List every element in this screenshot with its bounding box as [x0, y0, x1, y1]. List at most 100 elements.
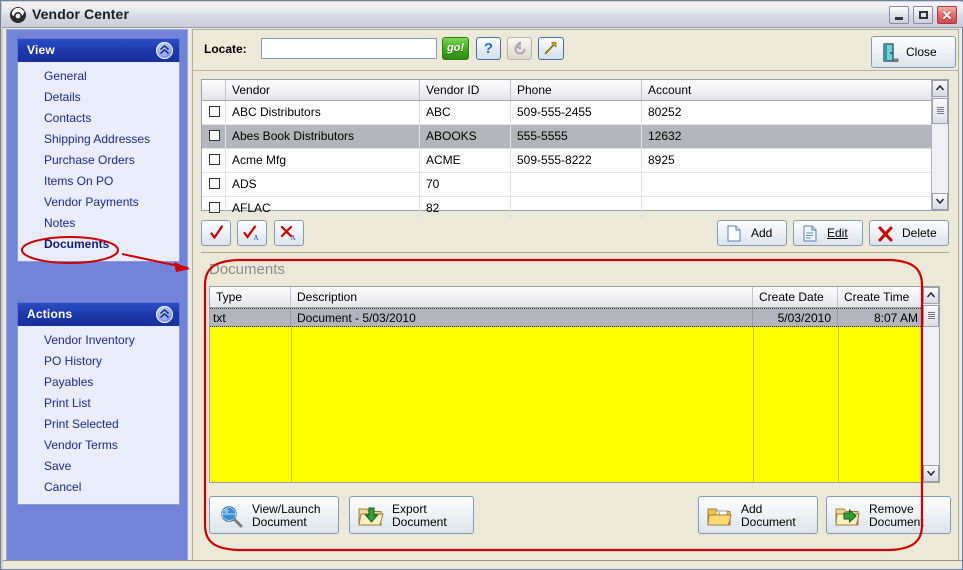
row-checkbox[interactable]: [209, 178, 220, 189]
scroll-up-icon[interactable]: [932, 80, 948, 97]
scroll-down-icon[interactable]: [932, 193, 948, 210]
sidebar-item-documents[interactable]: Documents: [18, 234, 179, 255]
vendor-grid-scrollbar[interactable]: [931, 80, 948, 210]
maximize-button[interactable]: [913, 6, 933, 24]
sidebar-item-general[interactable]: General: [18, 66, 179, 87]
table-row[interactable]: txt Document - 5/03/2010 5/03/2010 8:07 …: [210, 308, 939, 327]
documents-panel-title: Documents: [209, 261, 285, 278]
row-check-cell[interactable]: [202, 173, 226, 196]
close-x-icon: ✕: [941, 7, 953, 23]
red-x-delete-icon: [878, 226, 893, 245]
remove-document-button[interactable]: Remove Document: [826, 496, 951, 534]
delete-vendor-label: Delete: [902, 226, 937, 240]
red-checkmark-all-icon: A: [243, 225, 262, 244]
red-checkmark-icon: [210, 225, 224, 244]
sidebar-item-notes[interactable]: Notes: [18, 213, 179, 234]
magnifier-globe-icon: [218, 505, 244, 532]
scroll-down-icon[interactable]: [923, 465, 939, 482]
row-check-cell[interactable]: [202, 125, 226, 148]
edit-vendor-button[interactable]: Edit: [793, 220, 863, 246]
cell-doc-create-date: 5/03/2010: [753, 309, 838, 326]
doc-col-type[interactable]: Type: [210, 287, 291, 307]
add-vendor-button[interactable]: Add: [717, 220, 787, 246]
uncheck-all-button[interactable]: A: [274, 220, 304, 246]
sidebar-header-actions[interactable]: Actions: [17, 302, 180, 326]
sidebar-item-vendor-terms[interactable]: Vendor Terms: [18, 435, 179, 456]
export-document-button[interactable]: Export Document: [349, 496, 474, 534]
export-document-label: Export Document: [392, 502, 447, 529]
sidebar-item-shipping-addresses[interactable]: Shipping Addresses: [18, 129, 179, 150]
row-check-cell[interactable]: [202, 197, 226, 220]
locate-input[interactable]: [261, 38, 437, 59]
cell-vendor: AFLAC: [226, 197, 420, 220]
vendor-grid[interactable]: Vendor Vendor ID Phone Account ABC Distr…: [201, 79, 949, 220]
table-row[interactable]: ABC Distributors ABC 509-555-2455 80252: [202, 101, 948, 125]
exit-door-icon: [881, 43, 899, 66]
table-row[interactable]: Acme Mfg ACME 509-555-8222 8925: [202, 149, 948, 173]
sidebar-item-details[interactable]: Details: [18, 87, 179, 108]
view-launch-document-button[interactable]: View/Launch Document: [209, 496, 339, 534]
go-button[interactable]: go!: [442, 37, 469, 60]
sidebar-item-vendor-payments[interactable]: Vendor Payments: [18, 192, 179, 213]
row-checkbox[interactable]: [209, 154, 220, 165]
doc-divider-3: [838, 327, 839, 482]
cell-vendor-id: 70: [420, 173, 511, 196]
window-close-button[interactable]: ✕: [937, 6, 957, 24]
sidebar-item-save[interactable]: Save: [18, 456, 179, 477]
vendor-col-account[interactable]: Account: [642, 80, 932, 100]
chevron-double-up-icon[interactable]: [156, 42, 173, 59]
sidebar-item-purchase-orders[interactable]: Purchase Orders: [18, 150, 179, 171]
cell-account: [642, 197, 932, 220]
doc-col-description[interactable]: Description: [291, 287, 753, 307]
vendor-col-check[interactable]: [202, 80, 226, 100]
vendor-col-vendor[interactable]: Vendor: [226, 80, 420, 100]
row-check-cell[interactable]: [202, 149, 226, 172]
export-arrow-button[interactable]: [538, 37, 564, 60]
sidebar-item-po-history[interactable]: PO History: [18, 351, 179, 372]
doc-col-create-time[interactable]: Create Time: [838, 287, 924, 307]
doc-col-create-date[interactable]: Create Date: [753, 287, 838, 307]
cell-account: [642, 173, 932, 196]
close-button[interactable]: Close: [871, 36, 956, 68]
sidebar-item-print-list[interactable]: Print List: [18, 393, 179, 414]
help-button[interactable]: ?: [476, 37, 501, 60]
window-title: Vendor Center: [32, 6, 129, 22]
sidebar-list-actions: Vendor Inventory PO History Payables Pri…: [17, 326, 180, 505]
close-button-label: Close: [906, 45, 937, 59]
vendor-col-phone[interactable]: Phone: [511, 80, 642, 100]
sidebar-item-print-selected[interactable]: Print Selected: [18, 414, 179, 435]
sidebar-header-view[interactable]: View: [17, 38, 180, 62]
table-row[interactable]: ADS 70: [202, 173, 948, 197]
row-checkbox[interactable]: [209, 130, 220, 141]
scrollbar-thumb[interactable]: [932, 98, 948, 124]
minimize-button[interactable]: [889, 6, 909, 24]
check-button[interactable]: [201, 220, 231, 246]
documents-grid-scrollbar[interactable]: [922, 287, 939, 482]
scroll-up-icon[interactable]: [923, 287, 939, 304]
sidebar-item-cancel[interactable]: Cancel: [18, 477, 179, 498]
add-document-button[interactable]: Add Document: [698, 496, 818, 534]
table-row[interactable]: AFLAC 82: [202, 197, 948, 221]
sidebar-item-vendor-inventory[interactable]: Vendor Inventory: [18, 330, 179, 351]
view-launch-document-label: View/Launch Document: [252, 502, 321, 529]
row-checkbox[interactable]: [209, 106, 220, 117]
locate-label: Locate:: [204, 42, 247, 56]
cell-phone: 509-555-8222: [511, 149, 642, 172]
refresh-button[interactable]: [507, 37, 532, 60]
cell-account: 12632: [648, 129, 682, 143]
documents-panel: Documents Type Description Create Date C…: [201, 252, 951, 552]
vendor-col-vendor-id[interactable]: Vendor ID: [420, 80, 511, 100]
row-check-cell[interactable]: [202, 101, 226, 124]
check-all-button[interactable]: A: [237, 220, 267, 246]
scrollbar-thumb[interactable]: [923, 305, 939, 327]
row-checkbox[interactable]: [209, 202, 220, 213]
sidebar-item-contacts[interactable]: Contacts: [18, 108, 179, 129]
chevron-double-up-icon[interactable]: [156, 306, 173, 323]
documents-grid[interactable]: Type Description Create Date Create Time…: [209, 286, 940, 483]
folder-down-arrow-icon: [358, 505, 384, 532]
sidebar-item-items-on-po[interactable]: Items On PO: [18, 171, 179, 192]
table-row[interactable]: Abes Book Distributors ABOOKS 555-5555 1…: [202, 125, 948, 149]
delete-vendor-button[interactable]: Delete: [869, 220, 949, 246]
sidebar-item-payables[interactable]: Payables: [18, 372, 179, 393]
sidebar-panel-view: View General Details Contacts Shipping A…: [17, 38, 180, 262]
